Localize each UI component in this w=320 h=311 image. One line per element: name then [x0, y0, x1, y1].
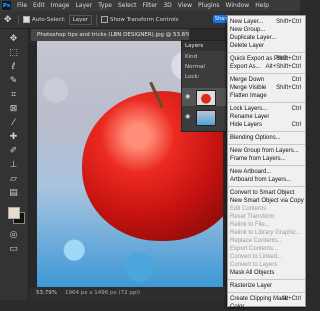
- screen-mode-icon[interactable]: ▭: [7, 243, 20, 256]
- eraser-tool-icon[interactable]: ▱: [7, 173, 20, 186]
- lasso-tool-icon[interactable]: ℓ: [7, 61, 20, 74]
- menu-item-flatten-image[interactable]: Flatten Image: [228, 92, 305, 100]
- menu-item-new-artboard[interactable]: New Artboard...: [228, 168, 305, 176]
- menu-item-color[interactable]: Color: [228, 303, 305, 311]
- menu-layer[interactable]: Layer: [72, 2, 95, 9]
- menu-item-create-clipping-mask[interactable]: Create Clipping Mask Alt+Ctrl: [228, 295, 305, 303]
- menu-item-relink-to-library: Relink to Library Graphic...: [230, 230, 302, 236]
- marquee-tool-icon[interactable]: ⬚: [7, 47, 20, 60]
- show-transform-checkbox[interactable]: [101, 16, 109, 23]
- menu-divider: [228, 165, 305, 166]
- layer-context-menu: New Layer... Shift+Ctrl New Group... Dupl…: [227, 15, 306, 310]
- menu-item-new-group[interactable]: New Group...: [228, 26, 305, 34]
- layer-filter-kind[interactable]: Kind: [182, 54, 226, 61]
- crop-tool-icon[interactable]: ⌗: [7, 89, 20, 102]
- eyedropper-tool-icon[interactable]: ⁄: [7, 117, 20, 130]
- photoshop-logo-icon[interactable]: Ps: [2, 1, 11, 10]
- document-dimensions: 1964 px x 1496 px (72 ppi): [65, 290, 141, 296]
- menu-item-convert-to-linked: Convert to Linked...: [230, 254, 283, 260]
- layer-row-1[interactable]: ◉: [182, 88, 226, 106]
- auto-select-label: Auto-Select:: [32, 16, 66, 23]
- menu-item-edit-contents: Edit Contents: [230, 206, 267, 212]
- menu-divider: [228, 131, 305, 132]
- eye-icon[interactable]: ◉: [185, 113, 190, 120]
- document-tab[interactable]: Photoshop tips and tricks (LBN DESIGNER)…: [31, 29, 189, 41]
- menu-item-hide-layers[interactable]: Hide Layers Ctrl: [228, 121, 305, 129]
- menu-item-mask-all-objects[interactable]: Mask All Objects: [228, 269, 305, 277]
- menu-filter[interactable]: Filter: [140, 2, 161, 9]
- quick-select-tool-icon[interactable]: ✎: [7, 75, 20, 88]
- menu-bar: Ps File Edit Image Layer Type Select Fil…: [0, 0, 300, 11]
- menu-item-merge-visible[interactable]: Merge Visible Shift+Ctrl: [228, 84, 305, 92]
- menu-image[interactable]: Image: [48, 2, 73, 9]
- menu-item-lock-layers[interactable]: Lock Layers... Ctrl: [228, 105, 305, 113]
- lock-label: Lock:: [185, 74, 200, 80]
- frame-tool-icon[interactable]: ⊠: [7, 103, 20, 116]
- menu-item-reset-transform: Reset Transform: [230, 214, 275, 220]
- menu-item-new-layer[interactable]: New Layer... Shift+Ctrl: [228, 18, 305, 26]
- menu-select[interactable]: Select: [115, 2, 140, 9]
- move-tool-icon[interactable]: ✥: [7, 33, 20, 46]
- zoom-level[interactable]: 53.79%: [36, 287, 57, 300]
- layers-panel: Layers Kind Normal Lock: ◉ ◉: [181, 40, 227, 132]
- menu-item-merge-down[interactable]: Merge Down Ctrl: [228, 76, 305, 84]
- menu-item-export-contents: Export Contents...: [230, 246, 279, 252]
- blend-mode-dropdown[interactable]: Normal: [182, 64, 226, 71]
- eye-icon[interactable]: ◉: [185, 93, 190, 100]
- menu-type[interactable]: Type: [95, 2, 115, 9]
- quick-mask-icon[interactable]: ◎: [7, 229, 20, 242]
- menu-divider: [228, 73, 305, 74]
- menu-item-relink-to-file: Relink to File...: [230, 222, 270, 228]
- menu-help[interactable]: Help: [252, 2, 272, 9]
- healing-brush-tool-icon[interactable]: ✚: [7, 131, 20, 144]
- layer-thumbnail: [196, 90, 216, 106]
- menu-item-artboard-from-layers[interactable]: Artboard from Layers...: [228, 176, 305, 184]
- menu-divider: [228, 186, 305, 187]
- auto-select-checkbox[interactable]: [23, 16, 30, 23]
- menu-divider: [228, 144, 305, 145]
- menu-divider: [228, 102, 305, 103]
- menu-item-frame-from-layers[interactable]: Frame from Layers...: [228, 155, 305, 163]
- menu-plugins[interactable]: Plugins: [195, 2, 223, 9]
- clone-stamp-tool-icon[interactable]: ⊥: [7, 159, 20, 172]
- menu-window[interactable]: Window: [223, 2, 253, 9]
- menu-item-blending-options[interactable]: Blending Options...: [228, 134, 305, 142]
- gradient-tool-icon[interactable]: ▤: [7, 187, 20, 200]
- menu-item-duplicate-layer[interactable]: Duplicate Layer...: [228, 34, 305, 42]
- menu-item-new-group-from-layers[interactable]: New Group from Layers...: [228, 147, 305, 155]
- menu-item-rasterize-layer[interactable]: Rasterize Layer: [228, 282, 305, 290]
- menu-item-rename-layer[interactable]: Rename Layer: [228, 113, 305, 121]
- menu-divider: [228, 52, 305, 53]
- menu-file[interactable]: File: [14, 2, 30, 9]
- auto-select-dropdown[interactable]: Layer: [68, 14, 93, 25]
- menu-divider: [228, 279, 305, 280]
- menu-item-convert-to-layers: Convert to Layers: [230, 262, 278, 268]
- foreground-color-swatch[interactable]: [8, 207, 20, 219]
- menu-view[interactable]: View: [175, 2, 195, 9]
- menu-item-export-as[interactable]: Export As... Alt+Shift+Ctrl: [228, 63, 305, 71]
- show-transform-label: Show Transform Controls: [110, 16, 179, 23]
- layer-thumbnail: [196, 110, 216, 126]
- divider: [96, 14, 98, 25]
- menu-item-quick-export[interactable]: Quick Export as PNG Shift+Ctrl: [228, 55, 305, 63]
- menu-divider: [228, 292, 305, 293]
- menu-3d[interactable]: 3D: [160, 2, 174, 9]
- menu-item-delete-layer[interactable]: Delete Layer: [228, 42, 305, 50]
- brush-tool-icon[interactable]: ✐: [7, 145, 20, 158]
- menu-item-replace-contents: Replace Contents...: [230, 238, 283, 244]
- tools-panel: ✥ ⬚ ℓ ✎ ⌗ ⊠ ⁄ ✚ ✐ ⊥ ▱ ▤ ◎ ▭: [0, 29, 29, 300]
- menu-item-new-smart-object-via-copy[interactable]: New Smart Object via Copy: [228, 197, 305, 205]
- move-tool-icon[interactable]: ✥: [4, 15, 14, 25]
- layers-panel-title[interactable]: Layers: [182, 41, 226, 51]
- menu-edit[interactable]: Edit: [30, 2, 48, 9]
- layer-row-background[interactable]: ◉: [182, 108, 226, 126]
- status-bar: 53.79% 1964 px x 1496 px (72 ppi): [29, 287, 225, 300]
- menu-item-convert-smart-object[interactable]: Convert to Smart Object: [228, 189, 305, 197]
- divider: [18, 14, 19, 25]
